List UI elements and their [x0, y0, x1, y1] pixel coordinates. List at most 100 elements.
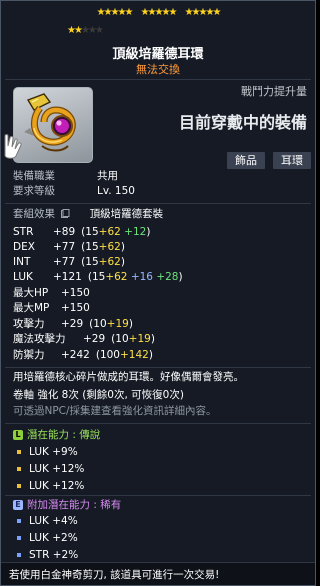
star-filled-icon: ★	[191, 7, 201, 18]
stat-row: 最大HP +150	[13, 286, 96, 300]
divider	[5, 423, 311, 424]
stat-name: 最大HP	[13, 287, 49, 299]
potential-line: LUK +4%	[17, 514, 78, 528]
bullet-icon	[17, 484, 21, 488]
set-name: 頂級培羅德套裝	[89, 208, 164, 220]
additional-potential-header: E 附加潛在能力 : 稀有	[13, 498, 121, 512]
stat-bonus-green: +12	[124, 226, 147, 238]
potential-line: LUK +2%	[17, 531, 78, 545]
description-text: 用培羅德核心碎片做成的耳環。好像偶爾會發亮。	[13, 371, 244, 383]
stat-close-paren: )	[128, 318, 133, 330]
stat-bonus-yellow: +62	[98, 226, 125, 238]
star-filled-icon: ★	[205, 7, 215, 18]
potential-header: L 潛在能力 : 傳說	[13, 428, 100, 442]
level-row: 要求等級 Lv. 150	[13, 184, 135, 198]
item-icon-box	[13, 87, 93, 163]
stat-total: +77	[53, 241, 76, 253]
stat-total: +29	[83, 333, 106, 345]
stat-row: 最大MP +150	[13, 301, 96, 315]
potential-line-text: LUK +9%	[29, 446, 78, 458]
level-value: Lv. 150	[97, 185, 135, 197]
star-filled-icon: ★	[147, 7, 157, 18]
potential-line: STR +2%	[17, 548, 78, 562]
stat-bonus-yellow: +142	[119, 349, 149, 361]
stat-bonus-yellow: +19	[128, 333, 151, 345]
stat-row: DEX +77 (15 +62)	[13, 240, 125, 254]
stat-bonus-green: +28	[156, 271, 179, 283]
stat-row: 魔法攻擊力 +29 (10 +19)	[13, 332, 155, 346]
job-label: 裝備職業	[13, 170, 55, 182]
stat-total: +242	[61, 349, 90, 361]
stat-base: (15	[81, 226, 99, 238]
set-effect-row: 套組效果 頂級培羅德套裝	[13, 207, 163, 221]
set-effect-label: 套組效果	[13, 208, 55, 220]
glove-cursor-icon	[4, 134, 22, 159]
scroll-hint-text: 可透過NPC/採集建查看強化資訊詳細內容。	[13, 405, 217, 417]
bullet-icon	[17, 553, 21, 557]
copy-icon	[61, 209, 70, 218]
item-name: 頂級培羅德耳環	[112, 47, 204, 62]
stat-name: 魔法攻擊力	[13, 333, 66, 345]
stat-close-paren: )	[120, 241, 125, 253]
stat-name: 攻擊力	[13, 318, 45, 330]
level-label: 要求等級	[13, 185, 55, 197]
potential-line-text: LUK +12%	[29, 463, 85, 475]
stat-total: +121	[53, 271, 82, 283]
divider	[5, 367, 311, 368]
star-filled-icon: ★	[184, 7, 194, 18]
star-filled-icon: ★	[161, 7, 171, 18]
currently-equipped-label: 目前穿戴中的裝備	[178, 113, 307, 132]
star-empty-icon: ★	[88, 25, 97, 36]
star-filled-icon: ★	[212, 7, 222, 18]
star-filled-icon: ★	[74, 25, 83, 36]
stat-total: +150	[61, 287, 90, 299]
divider	[5, 495, 311, 496]
rare-potential-icon: E	[13, 500, 23, 510]
stat-name: DEX	[13, 241, 35, 253]
stat-total: +89	[53, 226, 76, 238]
potential-line-text: LUK +12%	[29, 480, 85, 492]
stat-base: (15	[81, 256, 99, 268]
subcategory-tag: 耳環	[273, 152, 311, 169]
stat-base: (15	[87, 271, 106, 283]
divider	[5, 203, 311, 204]
stat-row: LUK +121 (15 +62 +16 +28)	[13, 270, 183, 284]
bullet-icon	[17, 467, 21, 471]
star-filled-icon: ★	[117, 7, 127, 18]
stat-close-paren: )	[146, 226, 151, 238]
stat-bonus-yellow: +62	[105, 271, 131, 283]
bullet-icon	[17, 450, 21, 454]
star-filled-icon: ★	[140, 7, 150, 18]
stat-total: +29	[61, 318, 84, 330]
star-force-row-2: ★★★★★	[67, 25, 104, 36]
star-empty-icon: ★	[81, 25, 90, 36]
item-description: 用培羅德核心碎片做成的耳環。好像偶爾會發亮。	[13, 370, 244, 384]
item-tooltip: ★★★★★ ★★★★★ ★★★★★ ★★★★★ 頂級培羅德耳環 無法交換 戰鬥力提升…	[0, 0, 316, 586]
star-filled-icon: ★	[67, 25, 76, 36]
potential-line-text: STR +2%	[29, 549, 79, 561]
stat-base: (15	[81, 241, 99, 253]
footer-text: 若使用白金神奇剪刀, 該道具可進行一次交易!	[9, 568, 219, 582]
scroll-info: 卷軸 強化 8次 (剩餘0次, 可恢復0次)	[13, 388, 184, 402]
star-filled-icon: ★	[110, 7, 120, 18]
stat-bonus-yellow: +62	[98, 241, 121, 253]
stat-row: 攻擊力 +29 (10 +19)	[13, 317, 133, 331]
star-filled-icon: ★	[103, 7, 113, 18]
earring-icon	[24, 93, 76, 152]
stat-total: +77	[53, 256, 76, 268]
potential-line: LUK +12%	[17, 479, 84, 493]
category-tag: 飾品	[227, 152, 265, 169]
star-filled-icon: ★	[96, 7, 106, 18]
potential-line-text: LUK +2%	[29, 532, 78, 544]
job-row: 裝備職業 共用	[13, 169, 118, 183]
star-filled-icon: ★	[168, 7, 178, 18]
potential-line: LUK +9%	[17, 445, 78, 459]
legendary-potential-icon: L	[13, 430, 23, 440]
stat-close-paren: )	[178, 271, 183, 283]
stat-name: LUK	[13, 271, 33, 283]
divider	[5, 79, 311, 80]
stat-bonus-blue: +16	[130, 271, 157, 283]
bullet-icon	[17, 519, 21, 523]
trade-status: 無法交換	[136, 63, 180, 76]
power-increase-label: 戰鬥力提升量	[241, 85, 307, 98]
